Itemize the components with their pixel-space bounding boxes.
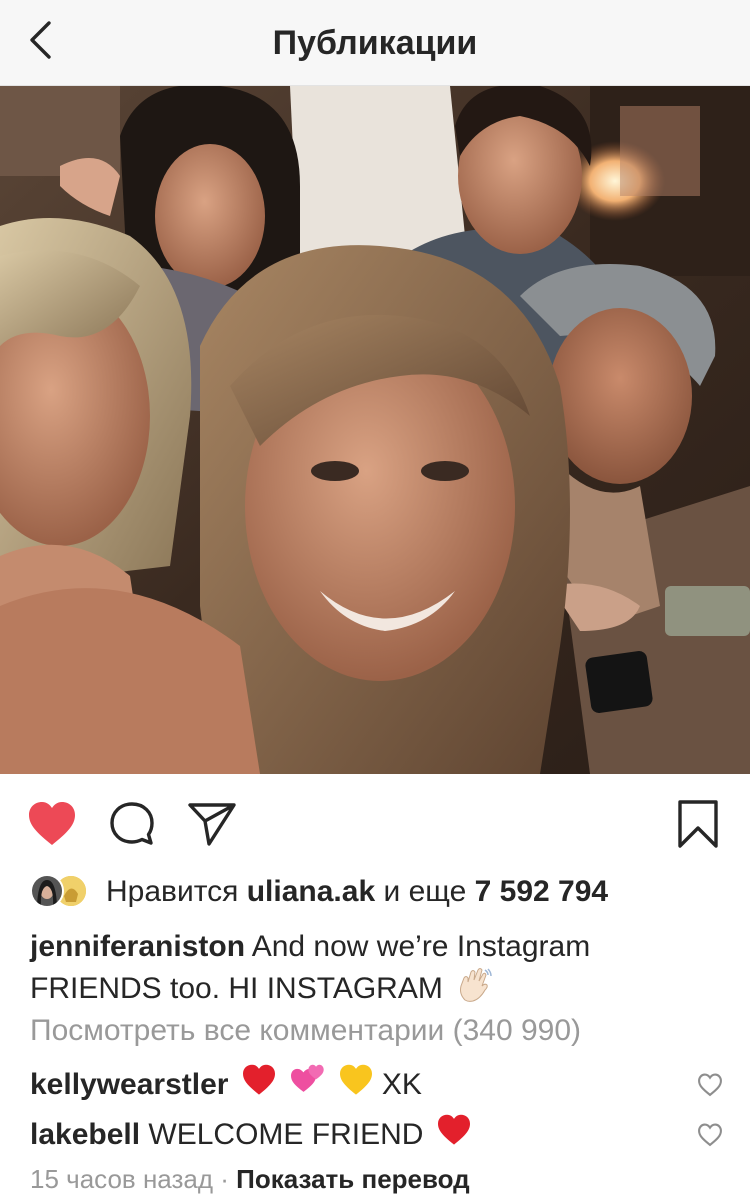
likes-conjunction: и еще bbox=[383, 875, 467, 908]
likes-summary[interactable]: Нравится uliana.ak и еще 7 592 794 bbox=[30, 870, 608, 914]
liker-avatars bbox=[30, 872, 96, 912]
post-actions bbox=[0, 774, 750, 874]
post-time: 15 часов назад bbox=[30, 1164, 214, 1194]
paper-plane-icon bbox=[188, 803, 236, 846]
back-button[interactable] bbox=[18, 14, 62, 66]
meta-separator: · bbox=[220, 1164, 229, 1194]
comment-like-button[interactable] bbox=[694, 1119, 726, 1151]
comment-text-wrap: lakebell WELCOME FRIEND bbox=[30, 1113, 472, 1159]
red-heart-icon bbox=[436, 1114, 472, 1159]
comment-body: XK bbox=[381, 1068, 422, 1101]
nav-header: Публикации bbox=[0, 0, 750, 86]
avatar bbox=[30, 874, 64, 908]
comment-like-button[interactable] bbox=[694, 1069, 726, 1101]
comment-username[interactable]: kellywearstler bbox=[30, 1068, 228, 1101]
show-translation-link[interactable]: Показать перевод bbox=[236, 1164, 470, 1194]
page-title: Публикации bbox=[272, 23, 478, 62]
chevron-left-icon bbox=[30, 21, 51, 59]
likes-text: Нравится uliana.ak и еще 7 592 794 bbox=[106, 875, 608, 909]
post-meta: 15 часов назад · Показать перевод bbox=[30, 1164, 470, 1195]
comment-body: WELCOME FRIEND bbox=[148, 1118, 424, 1151]
likes-prefix: Нравится bbox=[106, 875, 239, 908]
two-hearts-icon bbox=[289, 1064, 325, 1109]
post-photo[interactable] bbox=[0, 86, 750, 774]
comment-text-wrap: kellywearstler XK bbox=[30, 1063, 422, 1109]
comment-bubble-icon bbox=[110, 802, 154, 845]
heart-filled-icon bbox=[29, 802, 75, 845]
heart-outline-icon bbox=[698, 1073, 722, 1097]
liker-username[interactable]: uliana.ak bbox=[247, 875, 375, 908]
share-button[interactable] bbox=[184, 796, 240, 852]
caption-username[interactable]: jenniferaniston bbox=[30, 930, 245, 963]
bookmark-icon bbox=[678, 800, 718, 848]
view-all-comments-link[interactable]: Посмотреть все комментарии (340 990) bbox=[30, 1014, 581, 1048]
yellow-heart-icon bbox=[338, 1064, 374, 1109]
red-heart-icon bbox=[241, 1064, 277, 1109]
waving-hand-icon bbox=[455, 966, 493, 1014]
comment-row: lakebell WELCOME FRIEND bbox=[30, 1113, 750, 1157]
like-button[interactable] bbox=[24, 796, 80, 852]
heart-outline-icon bbox=[698, 1123, 722, 1147]
save-button[interactable] bbox=[670, 796, 726, 852]
post-caption: jenniferaniston And now we’re Instagram … bbox=[30, 928, 720, 1014]
comment-username[interactable]: lakebell bbox=[30, 1118, 140, 1151]
comment-row: kellywearstler XK bbox=[30, 1063, 750, 1107]
comment-button[interactable] bbox=[104, 796, 160, 852]
likes-count[interactable]: 7 592 794 bbox=[475, 875, 608, 908]
